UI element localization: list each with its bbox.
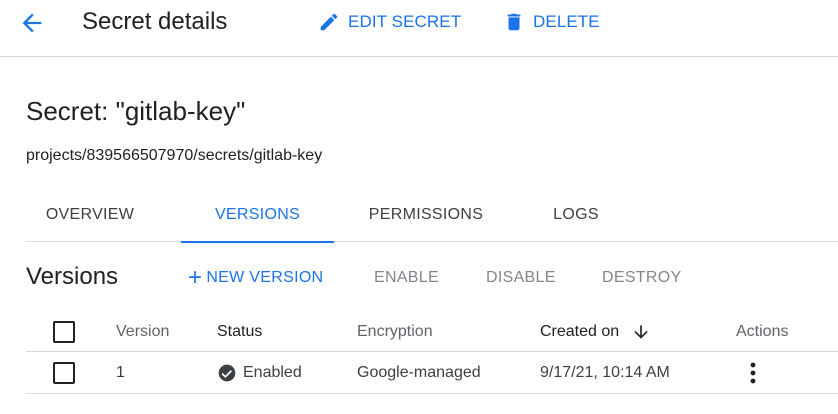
page-title: Secret details: [82, 8, 228, 35]
versions-title: Versions: [26, 263, 119, 290]
row-actions-menu-button[interactable]: [744, 352, 762, 393]
versions-table-header: Version Status Encryption Created on Act…: [26, 312, 838, 352]
back-button[interactable]: [18, 9, 46, 37]
tab-versions[interactable]: VERSIONS: [181, 196, 334, 243]
delete-button[interactable]: DELETE: [503, 8, 600, 36]
edit-secret-button[interactable]: EDIT SECRET: [318, 8, 461, 36]
encryption-cell: Google-managed: [357, 363, 481, 381]
column-header-version[interactable]: Version: [116, 312, 169, 351]
enable-button[interactable]: ENABLE: [374, 266, 439, 290]
disable-button[interactable]: DISABLE: [486, 266, 556, 290]
trash-icon: [507, 13, 521, 31]
more-vert-icon: [750, 362, 756, 383]
secret-resource-path: projects/839566507970/secrets/gitlab-key: [26, 147, 323, 164]
row-checkbox[interactable]: [53, 361, 75, 384]
arrow-down-sort-icon[interactable]: [631, 322, 651, 342]
created-on-cell: 9/17/21, 10:14 AM: [540, 363, 670, 381]
tab-logs[interactable]: LOGS: [531, 196, 621, 242]
version-cell: 1: [116, 363, 125, 381]
select-all-cell: [53, 312, 75, 351]
tab-bar: OVERVIEW VERSIONS PERMISSIONS LOGS: [26, 196, 838, 243]
created-on-label: Created on: [540, 322, 620, 340]
status-cell: Enabled: [217, 352, 302, 393]
tab-label: PERMISSIONS: [368, 206, 484, 223]
delete-label: DELETE: [533, 12, 600, 31]
table-row: 1 Enabled Google-managed 9/17/21, 10:14 …: [26, 352, 838, 394]
edit-secret-label: EDIT SECRET: [348, 12, 462, 31]
column-header-actions: Actions: [736, 322, 789, 340]
row-select-cell: [53, 352, 75, 393]
plus-icon: +: [188, 264, 203, 291]
column-header-encryption[interactable]: Encryption: [357, 312, 433, 351]
tab-label: OVERVIEW: [45, 206, 135, 223]
active-tab-indicator: [181, 241, 334, 243]
tab-label: LOGS: [553, 206, 599, 223]
tab-permissions[interactable]: PERMISSIONS: [356, 196, 496, 242]
tab-label: VERSIONS: [214, 206, 301, 223]
column-header-created-on[interactable]: Created on: [540, 312, 651, 351]
arrow-back-icon: [22, 13, 42, 33]
secret-heading: Secret: "gitlab-key": [26, 96, 246, 126]
new-version-button[interactable]: + NEW VERSION: [188, 266, 323, 290]
pencil-icon: [320, 13, 338, 31]
check-circle-icon: [218, 364, 236, 381]
destroy-button[interactable]: DESTROY: [602, 266, 681, 290]
tab-overview[interactable]: OVERVIEW: [26, 196, 154, 242]
new-version-label: NEW VERSION: [206, 269, 324, 286]
column-header-status[interactable]: Status: [217, 312, 262, 351]
status-label: Enabled: [243, 363, 302, 381]
top-bar: Secret details EDIT SECRET DELETE: [0, 0, 838, 57]
select-all-checkbox[interactable]: [53, 320, 75, 343]
